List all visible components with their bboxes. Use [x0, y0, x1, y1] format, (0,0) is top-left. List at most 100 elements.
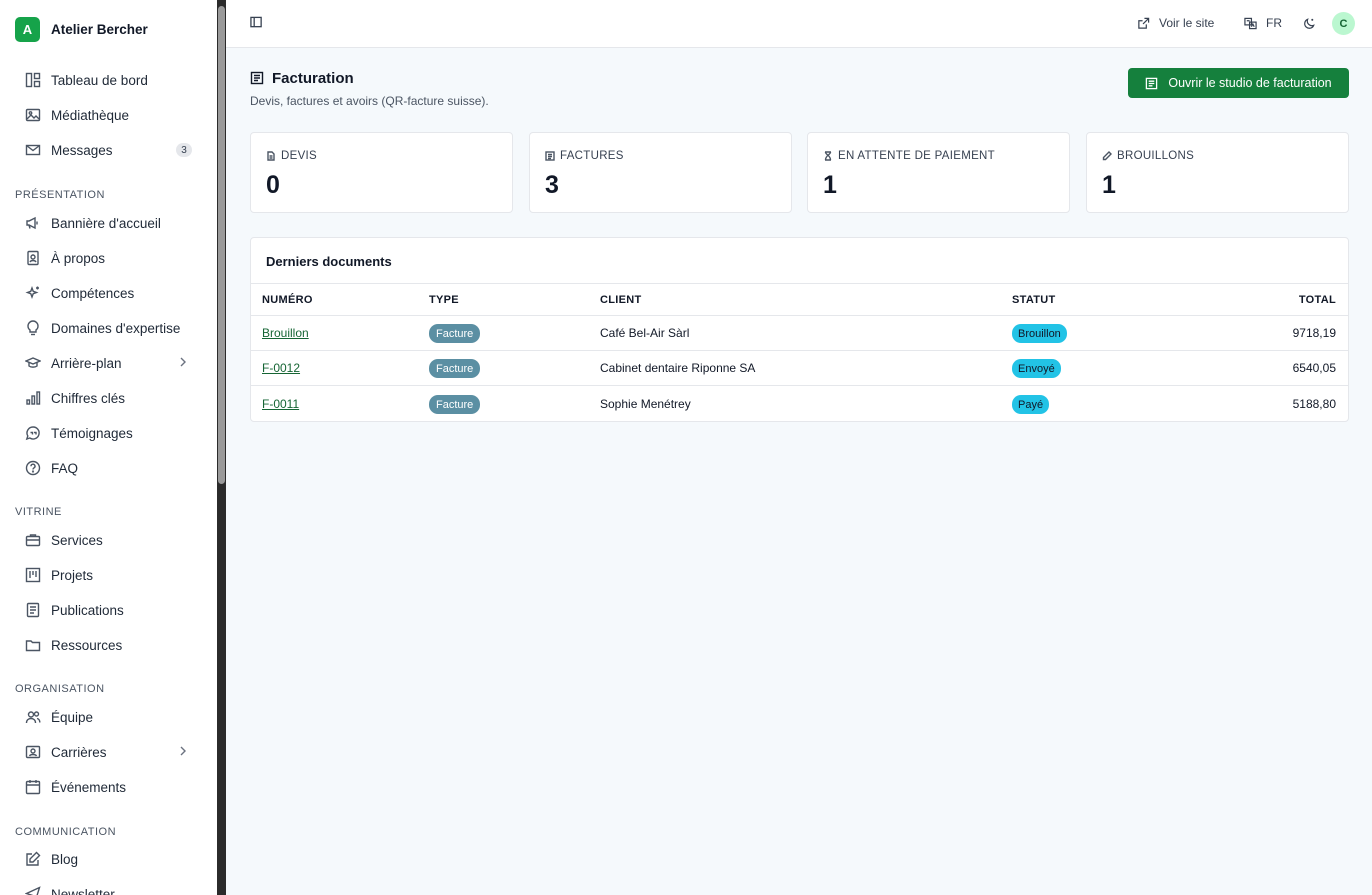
sidebar-item-faq[interactable]: FAQ — [24, 456, 194, 480]
pencil-icon — [1102, 151, 1112, 161]
translate-icon — [1244, 17, 1257, 29]
brand[interactable]: A Atelier Bercher — [15, 16, 148, 42]
type-badge: Facture — [429, 395, 481, 414]
stat-card-factures: Factures 3 — [529, 132, 792, 213]
open-billing-studio-label: Ouvrir le studio de facturation — [1168, 76, 1332, 90]
section-title-communication: Communication — [15, 826, 117, 838]
client-name: Café Bel-Air Sàrl — [600, 326, 690, 340]
sidebar-item-equipe[interactable]: Équipe — [24, 705, 194, 729]
type-badge: Facture — [429, 324, 481, 343]
view-site-link[interactable]: Voir le site — [1137, 14, 1214, 32]
recent-documents-card: Derniers documents Numéro Type Client St… — [250, 237, 1349, 422]
sidebar-item-a-propos[interactable]: À propos — [24, 246, 194, 270]
sidebar-item-label: Témoignages — [51, 425, 133, 441]
document-number-link[interactable]: F-0012 — [262, 361, 300, 375]
sidebar-item-ressources[interactable]: Ressources — [24, 633, 194, 657]
sidebar-item-label: Ressources — [51, 637, 123, 653]
sidebar-item-newsletter[interactable]: Newsletter — [24, 882, 194, 895]
sidebar-item-blog[interactable]: Blog — [24, 847, 194, 871]
sidebar-item-messages[interactable]: Messages 3 — [24, 138, 194, 162]
open-billing-studio-button[interactable]: Ouvrir le studio de facturation — [1128, 68, 1349, 98]
table-row[interactable]: Brouillon Facture Café Bel-Air Sàrl Brou… — [251, 316, 1348, 351]
sparkles-icon — [24, 285, 41, 302]
file-icon — [267, 151, 275, 161]
mail-icon — [24, 142, 41, 159]
sidebar-item-label: Compétences — [51, 285, 135, 301]
stat-label: En attente de paiement — [823, 150, 995, 162]
sidebar-item-temoignages[interactable]: Témoignages — [24, 421, 194, 445]
sidebar-item-projets[interactable]: Projets — [24, 563, 194, 587]
sidebar-scrollbar-thumb[interactable] — [218, 6, 225, 484]
document-number-link[interactable]: F-0011 — [262, 397, 299, 411]
dashboard-icon — [24, 72, 41, 89]
theme-toggle-button[interactable] — [1303, 14, 1316, 32]
stat-card-en-attente: En attente de paiement 1 — [807, 132, 1070, 213]
folder-icon — [24, 637, 41, 654]
sidebar-item-evenements[interactable]: Événements — [24, 775, 194, 799]
panel-left-icon — [250, 16, 262, 28]
sidebar-item-label: À propos — [51, 250, 106, 266]
stat-label: Factures — [545, 150, 624, 162]
document-number-link[interactable]: Brouillon — [262, 326, 309, 340]
document-total: 9718,19 — [1292, 326, 1336, 340]
section-title-vitrine: Vitrine — [15, 506, 62, 518]
status-badge: Brouillon — [1012, 324, 1067, 343]
sidebar-item-arriere-plan[interactable]: Arrière-plan — [24, 351, 194, 375]
sidebar-item-mediatheque[interactable]: Médiathèque — [24, 103, 194, 127]
sidebar-item-publications[interactable]: Publications — [24, 598, 194, 622]
users-icon — [24, 709, 41, 726]
sidebar-item-label: Arrière-plan — [51, 355, 122, 371]
receipt-icon — [250, 71, 264, 85]
kanban-icon — [24, 567, 41, 584]
image-icon — [24, 107, 41, 124]
sidebar-item-label: FAQ — [51, 460, 79, 476]
type-badge: Facture — [429, 359, 481, 378]
chevron-right-icon[interactable] — [176, 744, 190, 758]
status-badge: Payé — [1012, 395, 1050, 414]
page-title-text: Facturation — [272, 69, 354, 87]
column-header-total[interactable]: Total — [1299, 294, 1336, 306]
sidebar-scrollbar[interactable] — [217, 0, 226, 895]
sidebar-item-label: Médiathèque — [51, 107, 130, 123]
external-link-icon — [1138, 17, 1150, 29]
sidebar-item-competences[interactable]: Compétences — [24, 281, 194, 305]
stat-label: Devis — [266, 150, 317, 162]
receipt-icon — [545, 151, 555, 161]
language-switcher[interactable]: FR — [1244, 14, 1282, 32]
column-header-type[interactable]: Type — [429, 294, 459, 306]
briefcase-icon — [24, 532, 41, 549]
view-site-label: Voir le site — [1159, 16, 1215, 30]
column-header-number[interactable]: Numéro — [262, 294, 313, 306]
sidebar-item-services[interactable]: Services — [24, 528, 194, 552]
recent-documents-title: Derniers documents — [266, 254, 392, 269]
receipt-icon — [1146, 77, 1158, 89]
table-header: Numéro Type Client Statut Total — [251, 283, 1348, 316]
sidebar-item-tableau-de-bord[interactable]: Tableau de bord — [24, 68, 194, 92]
send-icon — [24, 886, 41, 895]
sidebar-item-label: Bannière d'accueil — [51, 215, 161, 231]
client-name: Cabinet dentaire Riponne SA — [600, 361, 756, 375]
sidebar-item-domaines[interactable]: Domaines d'expertise — [24, 316, 194, 340]
megaphone-icon — [24, 215, 41, 232]
document-total: 5188,80 — [1292, 397, 1336, 411]
brand-name: Atelier Bercher — [51, 21, 148, 37]
hourglass-icon — [824, 151, 832, 161]
page-subtitle: Devis, factures et avoirs (QR-facture su… — [250, 94, 489, 108]
sidebar-item-label: Événements — [51, 779, 127, 795]
sidebar-item-label: Équipe — [51, 709, 94, 725]
document-total: 6540,05 — [1292, 361, 1336, 375]
help-circle-icon — [24, 460, 41, 477]
table-row[interactable]: F-0011 Facture Sophie Menétrey Payé 5188… — [251, 387, 1348, 421]
avatar[interactable]: C — [1332, 12, 1355, 35]
sidebar-item-label: Carrières — [51, 744, 107, 760]
sidebar-item-banniere[interactable]: Bannière d'accueil — [24, 211, 194, 235]
table-row[interactable]: F-0012 Facture Cabinet dentaire Riponne … — [251, 351, 1348, 386]
chevron-right-icon[interactable] — [176, 355, 190, 369]
column-header-status[interactable]: Statut — [1012, 294, 1056, 306]
column-header-client[interactable]: Client — [600, 294, 642, 306]
stat-card-devis: Devis 0 — [250, 132, 513, 213]
sidebar-toggle-button[interactable] — [250, 16, 264, 30]
graduation-cap-icon — [24, 355, 41, 372]
sidebar-item-carrieres[interactable]: Carrières — [24, 740, 194, 764]
sidebar-item-chiffres-cles[interactable]: Chiffres clés — [24, 386, 194, 410]
